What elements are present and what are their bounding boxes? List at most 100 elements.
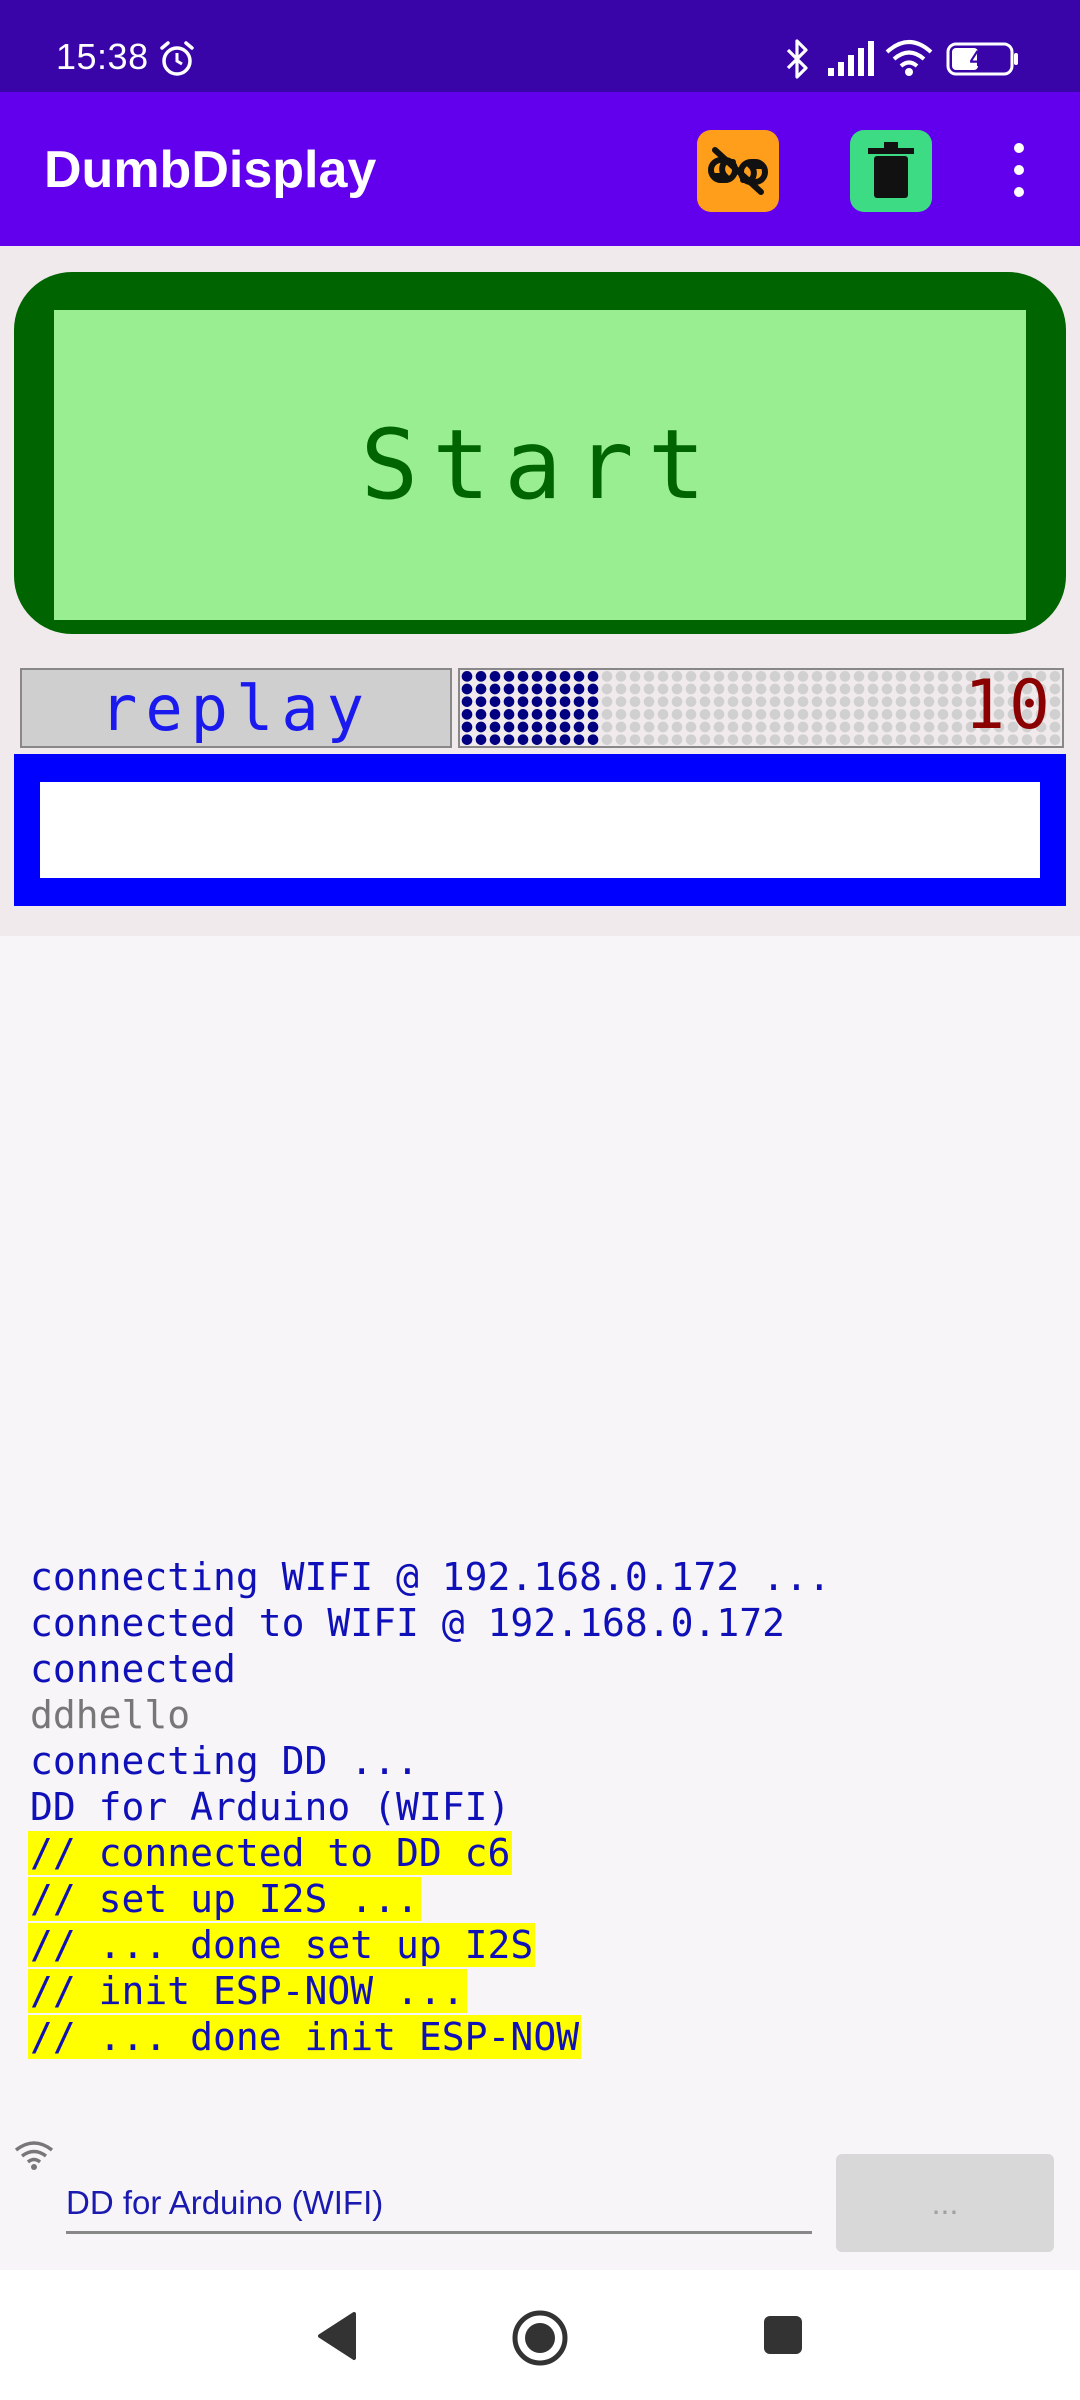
progress-dot-off	[685, 671, 697, 682]
progress-dot-off	[825, 683, 837, 695]
wifi-icon	[14, 2141, 54, 2170]
progress-dot-off	[685, 696, 697, 707]
progress-dot-on	[545, 671, 557, 682]
progress-dot-off	[783, 721, 795, 733]
progress-dot-off	[853, 696, 865, 707]
progress-dot-off	[769, 671, 781, 682]
delete-button[interactable]	[850, 130, 932, 212]
progress-dot-off	[951, 709, 963, 720]
progress-dot-on	[559, 734, 571, 745]
progress-dot-off	[937, 683, 949, 695]
progress-dot-off	[867, 734, 879, 745]
progress-dot-off	[769, 734, 781, 745]
progress-dot-off	[657, 721, 669, 733]
log-line-text: connected	[30, 1647, 236, 1691]
progress-dot-on	[489, 696, 501, 707]
log-line: // ... done set up I2S	[28, 1922, 1058, 1968]
progress-dot-on	[517, 721, 529, 733]
progress-dot-off	[909, 671, 921, 682]
progress-dot-on	[573, 696, 585, 707]
progress-dot-on	[489, 721, 501, 733]
progress-dot-on	[573, 671, 585, 682]
replay-button[interactable]: replay	[20, 668, 452, 748]
progress-dot-off	[937, 709, 949, 720]
progress-dot-off	[937, 671, 949, 682]
start-button[interactable]: Start	[14, 272, 1066, 634]
more-button[interactable]: ...	[836, 2154, 1054, 2252]
progress-dot-off	[895, 709, 907, 720]
progress-dot-off	[727, 696, 739, 707]
progress-dot-off	[951, 721, 963, 733]
trash-icon	[868, 142, 914, 198]
progress-dot-off	[769, 696, 781, 707]
progress-dot-off	[909, 696, 921, 707]
progress-dot-off	[867, 671, 879, 682]
more-vert-icon[interactable]	[1004, 140, 1034, 200]
progress-dot-off	[713, 683, 725, 695]
progress-dot-on	[545, 734, 557, 745]
progress-dot-on	[531, 709, 543, 720]
progress-dot-on	[503, 671, 515, 682]
progress-dot-off	[685, 721, 697, 733]
progress-dot-off	[601, 734, 613, 745]
progress-dot-off	[615, 721, 627, 733]
log-line-text: // ... done init ESP-NOW	[28, 2015, 582, 2059]
log-line: connecting WIFI @ 192.168.0.172 ...	[28, 1554, 1058, 1600]
progress-dot-off	[671, 696, 683, 707]
progress-dot-on	[573, 683, 585, 695]
log-line: connected	[28, 1646, 1058, 1692]
wifi-icon	[885, 40, 933, 76]
progress-dot-off	[909, 709, 921, 720]
progress-dot-on	[461, 683, 473, 695]
recents-icon[interactable]	[762, 2314, 804, 2356]
start-button-face[interactable]: Start	[54, 310, 1026, 620]
progress-dot-off	[657, 683, 669, 695]
progress-dot-off	[839, 696, 851, 707]
progress-dot-off	[895, 696, 907, 707]
status-time: 15:38	[56, 36, 149, 77]
progress-dot-off	[699, 683, 711, 695]
progress-dot-off	[601, 696, 613, 707]
progress-dot-on	[545, 721, 557, 733]
progress-dot-on	[475, 671, 487, 682]
progress-dot-off	[755, 696, 767, 707]
log-line-text: // connected to DD c6	[28, 1831, 513, 1875]
back-icon[interactable]	[312, 2310, 362, 2362]
log-line-text: connecting DD ...	[30, 1739, 419, 1783]
progress-dot-off	[839, 709, 851, 720]
progress-dot-off	[853, 709, 865, 720]
unlink-button[interactable]	[697, 130, 779, 212]
progress-dot-off	[783, 709, 795, 720]
progress-dot-off	[783, 734, 795, 745]
navigation-bar	[0, 2270, 1080, 2400]
signal-icon	[828, 41, 874, 76]
progress-dot-off	[797, 709, 809, 720]
connection-status-text: DD for Arduino (WIFI)	[66, 2184, 384, 2221]
progress-dot-off	[657, 696, 669, 707]
progress-dot-off	[881, 721, 893, 733]
progress-dot-off	[643, 709, 655, 720]
home-icon[interactable]	[510, 2308, 570, 2368]
progress-dot-off	[615, 709, 627, 720]
progress-dot-off	[867, 721, 879, 733]
progress-dot-off	[881, 709, 893, 720]
progress-dot-off	[601, 683, 613, 695]
progress-dot-off	[867, 683, 879, 695]
progress-dot-off	[671, 671, 683, 682]
progress-dot-on	[517, 671, 529, 682]
log-line-text: connecting WIFI @ 192.168.0.172 ...	[30, 1555, 831, 1599]
progress-dot-off	[713, 709, 725, 720]
progress-dot-on	[531, 734, 543, 745]
progress-dot-on	[559, 683, 571, 695]
progress-dot-on	[461, 671, 473, 682]
progress-dot-on	[573, 721, 585, 733]
status-bar: 15:38 41	[0, 0, 1080, 92]
progress-dot-off	[643, 734, 655, 745]
connection-status-field[interactable]: DD for Arduino (WIFI)	[66, 2180, 812, 2234]
progress-dot-off	[839, 671, 851, 682]
progress-dot-off	[881, 683, 893, 695]
progress-dot-off	[839, 734, 851, 745]
progress-dot-on	[489, 734, 501, 745]
progress-dot-off	[671, 683, 683, 695]
progress-dot-off	[713, 734, 725, 745]
